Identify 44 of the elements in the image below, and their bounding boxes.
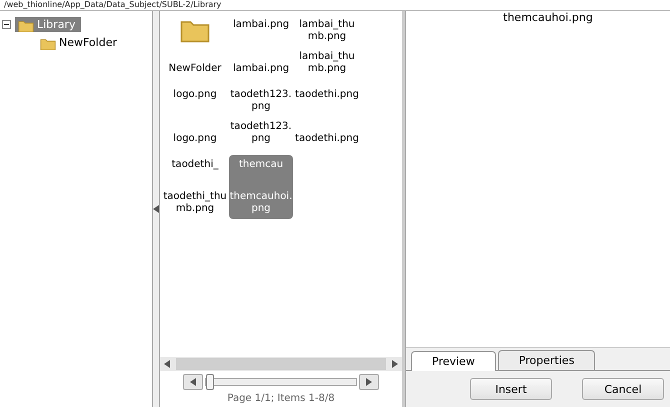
next-page-button[interactable] xyxy=(359,374,379,390)
image-alt-text: logo.png xyxy=(173,89,217,101)
left-arrow-icon xyxy=(190,378,196,386)
tab[interactable]: Properties xyxy=(498,350,596,370)
file-item[interactable]: NewFolder xyxy=(163,15,227,79)
file-item[interactable]: taodethi_ taodethi_thumb.png xyxy=(163,155,227,219)
file-name: lambai_thumb.png xyxy=(298,51,356,75)
file-name: taodethi.png xyxy=(295,133,359,145)
file-name: taodeth123.png xyxy=(229,121,293,145)
file-item[interactable]: logo.png logo.png xyxy=(163,85,227,149)
image-alt-text: taodeth123.png xyxy=(229,89,293,113)
file-name: themcauhoi.png xyxy=(229,191,293,215)
previous-page-button[interactable] xyxy=(183,374,203,390)
slider-thumb[interactable] xyxy=(206,374,214,390)
scroll-right-icon xyxy=(392,360,398,368)
page-status: Page 1/1; Items 1-8/8 xyxy=(226,393,336,406)
file-name: taodethi_thumb.png xyxy=(163,191,227,215)
file-item[interactable]: taodeth123.png taodeth123.png xyxy=(229,85,293,149)
right-arrow-icon xyxy=(366,378,372,386)
collapse-icon[interactable] xyxy=(2,20,11,28)
file-name: NewFolder xyxy=(168,63,222,75)
folder-path: /web_thionline/App_Data/Data_Subject/SUBL-2/Library xyxy=(0,0,670,11)
image-alt-text: themcau xyxy=(238,159,284,171)
folder-icon xyxy=(18,20,34,32)
cancel-button[interactable]: Cancel xyxy=(582,378,664,400)
file-name: logo.png xyxy=(173,133,217,145)
insert-button[interactable]: Insert xyxy=(470,378,552,400)
file-name: lambai.png xyxy=(232,63,290,75)
collapse-arrow-icon xyxy=(153,205,159,213)
image-alt-text: lambai_thumb.png xyxy=(298,19,356,43)
image-alt-text: taodethi.png xyxy=(295,89,359,101)
file-item[interactable]: lambai_thumb.png lambai_thumb.png xyxy=(295,15,359,79)
file-item[interactable]: themcau themcauhoi.png xyxy=(229,155,293,219)
image-alt-text: taodethi_ xyxy=(172,159,218,171)
tree-item[interactable]: NewFolder xyxy=(37,34,123,50)
folder-icon xyxy=(180,19,210,43)
preview-alt-text: themcauhoi.png xyxy=(503,11,593,24)
tree-item[interactable]: Library xyxy=(15,16,82,32)
folder-icon xyxy=(40,38,56,50)
image-alt-text: lambai.png xyxy=(232,19,290,31)
file-item[interactable]: taodethi.png taodethi.png xyxy=(295,85,359,149)
horizontal-scrollbar[interactable] xyxy=(160,357,402,371)
scroll-left-icon xyxy=(164,360,170,368)
tab[interactable]: Preview xyxy=(411,351,496,371)
